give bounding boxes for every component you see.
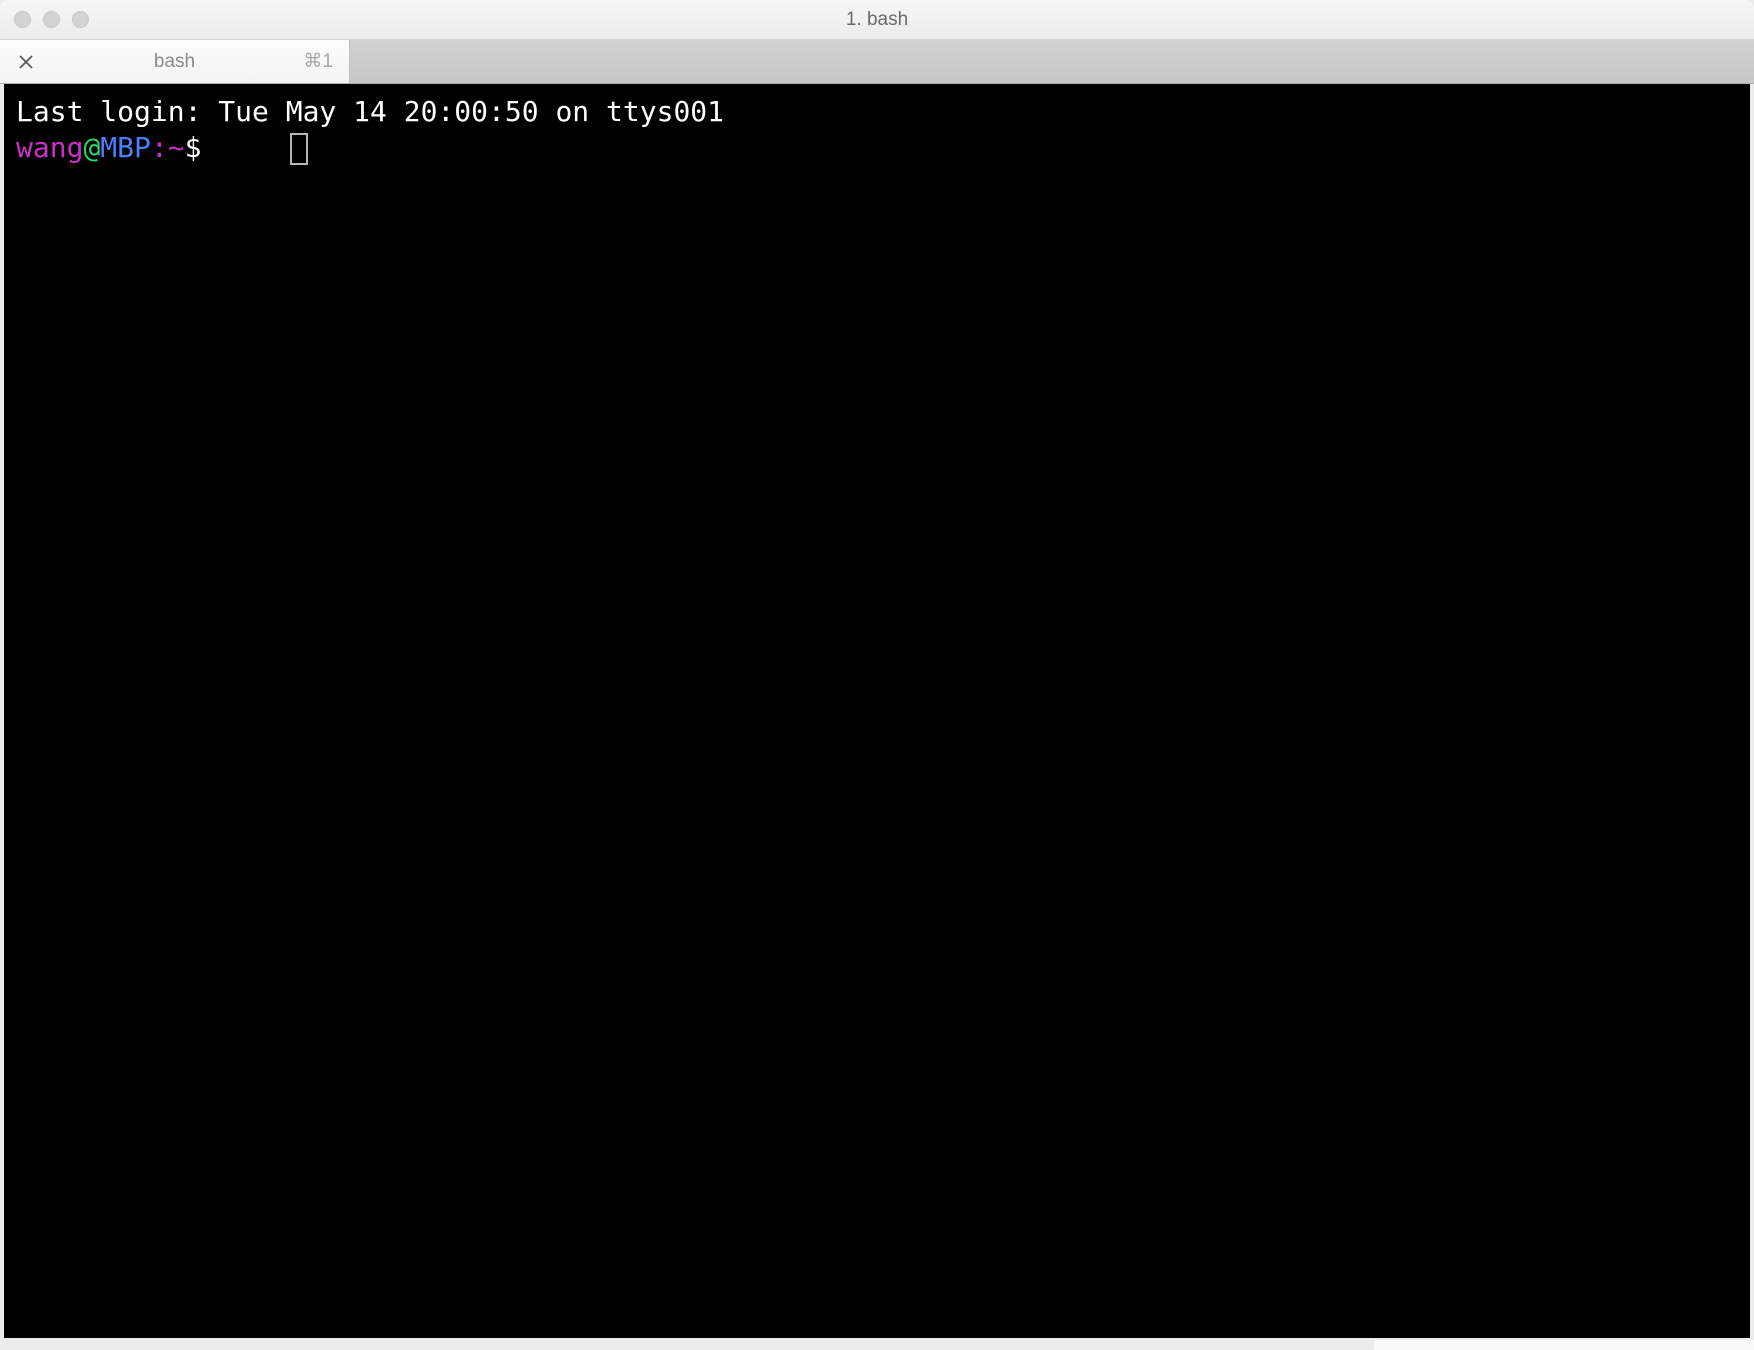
- minimize-window-button[interactable]: [43, 11, 60, 28]
- terminal-content[interactable]: Last login: Tue May 14 20:00:50 on ttys0…: [4, 84, 1750, 1338]
- titlebar[interactable]: 1. bash: [0, 0, 1754, 40]
- prompt-line: wang@MBP:~$: [16, 130, 1738, 166]
- tab-bar: bash ⌘1: [0, 40, 1754, 84]
- prompt-colon: :: [151, 130, 168, 166]
- maximize-window-button[interactable]: [72, 11, 89, 28]
- window-title: 1. bash: [846, 9, 908, 31]
- prompt-at: @: [83, 130, 100, 166]
- cursor: [290, 133, 308, 165]
- traffic-lights: [14, 11, 89, 28]
- last-login-line: Last login: Tue May 14 20:00:50 on ttys0…: [16, 94, 1738, 130]
- close-tab-button[interactable]: [16, 52, 36, 72]
- horizontal-scrollbar[interactable]: [1374, 1340, 1754, 1350]
- close-window-button[interactable]: [14, 11, 31, 28]
- terminal-window: 1. bash bash ⌘1 Last login: Tue May 14 2…: [0, 0, 1754, 1350]
- prompt-host: MBP: [100, 130, 151, 166]
- prompt-user: wang: [16, 130, 83, 166]
- tab-shortcut: ⌘1: [303, 50, 333, 73]
- tab-bash[interactable]: bash ⌘1: [0, 40, 350, 83]
- prompt-dollar: $: [185, 130, 219, 166]
- tab-label: bash: [154, 51, 195, 73]
- prompt-cwd: ~: [168, 130, 185, 166]
- close-icon: [19, 55, 33, 69]
